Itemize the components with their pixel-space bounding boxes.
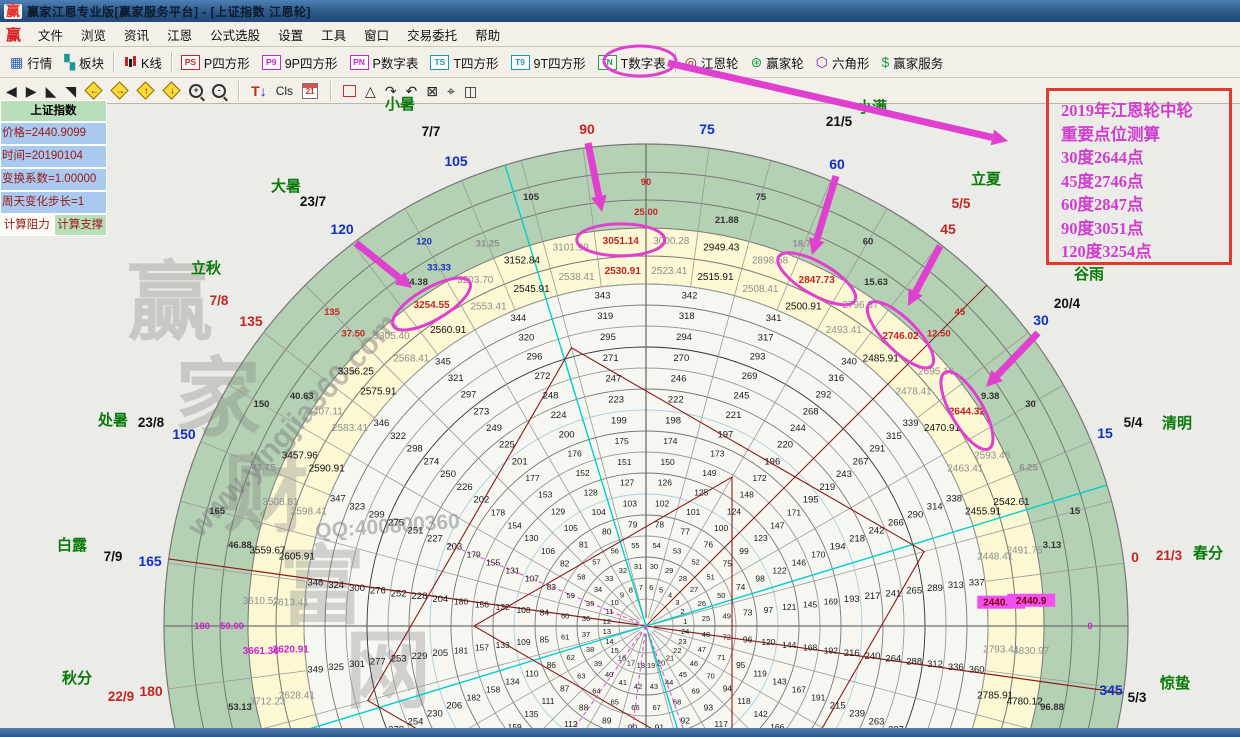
title-bar: 赢 赢家江恩专业版[赢家服务平台] - [上证指数 江恩轮] — [0, 0, 1240, 22]
fit-tool-button[interactable]: ⌖ — [447, 83, 455, 99]
menu-item-1[interactable]: 浏览 — [72, 23, 115, 46]
delete-all-tool-button[interactable]: ⊠ — [426, 83, 438, 99]
window-title: 赢家江恩专业版[赢家服务平台] - [上证指数 江恩轮] — [27, 3, 311, 20]
pan-left-button[interactable]: ← — [84, 81, 102, 99]
9t-square-button-label: 9T四方形 — [534, 53, 586, 72]
toolbar-separator — [171, 52, 172, 72]
kline-button[interactable]: K线 — [117, 50, 168, 75]
info-row-0: 价格=2440.9099 — [0, 122, 107, 145]
calendar-button[interactable]: 21 — [302, 83, 318, 99]
menu-item-9[interactable]: 帮助 — [466, 23, 509, 46]
9p-square-button-label: 9P四方形 — [285, 53, 338, 72]
hexagon-icon: ⬡ — [816, 55, 828, 69]
winner-service-button[interactable]: $ 赢家服务 — [875, 50, 949, 75]
annotation-line-3: 45度2746点 — [1061, 170, 1229, 194]
dollar-icon: $ — [881, 55, 889, 69]
annotation-line-0: 2019年江恩轮中轮 — [1061, 99, 1229, 123]
9t-square-button-badge-icon: T9 — [511, 55, 530, 70]
sectors-button-label: 板块 — [79, 53, 104, 72]
p-square-button[interactable]: PS P四方形 — [175, 50, 256, 75]
zoom-in-button[interactable]: + — [189, 84, 203, 98]
t-table-button[interactable]: TN T数字表 — [592, 50, 672, 75]
winner-wheel-icon: ⊛ — [750, 55, 762, 69]
menu-item-2[interactable]: 资讯 — [115, 23, 158, 46]
winner-wheel-button[interactable]: ⊛ 赢家轮 — [744, 50, 809, 75]
annotation-box: 2019年江恩轮中轮重要点位测算30度2644点45度2746点60度2847点… — [1046, 88, 1232, 265]
9p-square-button[interactable]: P9 9P四方形 — [256, 50, 344, 75]
price-scale-button[interactable]: T↓ — [251, 83, 267, 99]
gann-wheel-button-label: 江恩轮 — [701, 53, 739, 72]
calc-resistance-button[interactable]: 计算阻力 — [0, 214, 54, 236]
p-square-button-badge-icon: PS — [181, 55, 200, 70]
style-tool-button[interactable]: ◫ — [464, 83, 477, 99]
annotation-line-4: 60度2847点 — [1061, 193, 1229, 217]
annotation-line-5: 90度3051点 — [1061, 217, 1229, 241]
back-button[interactable]: ◀ — [6, 83, 17, 99]
p-table-button-label: P数字表 — [373, 53, 419, 72]
candlestick-icon — [123, 55, 137, 69]
menu-item-0[interactable]: 文件 — [29, 23, 72, 46]
toolbar-separator — [113, 52, 114, 72]
pointer-up-icon[interactable]: ◣ — [46, 83, 57, 99]
index-info-panel: 上证指数 价格=2440.9099时间=20190104变换系数=1.00000… — [0, 100, 107, 236]
9t-square-button[interactable]: T9 9T四方形 — [505, 50, 592, 75]
main-toolbar: ▦ 行情 ▚ 板块 K线 PS P四方形 P9 9P四方形 PN P数字表 TS T四方形 T9 9T四方形… — [0, 47, 1240, 78]
pointer-down-icon[interactable]: ◥ — [65, 83, 76, 99]
t-square-button[interactable]: TS T四方形 — [424, 50, 504, 75]
pan-right-button[interactable]: → — [110, 81, 128, 99]
cls-button[interactable]: Cls — [276, 83, 293, 99]
sep2 — [330, 81, 331, 101]
annotation-line-1: 重要点位测算 — [1061, 123, 1229, 147]
menu-bar: 赢 文件浏览资讯江恩公式选股设置工具窗口交易委托帮助 — [0, 22, 1240, 47]
p-table-button-badge-icon: PN — [350, 55, 369, 70]
arc-ccw-tool-button[interactable]: ↶ — [406, 83, 418, 99]
pan-up-button[interactable]: ↑ — [136, 81, 154, 99]
annotation-line-2: 30度2644点 — [1061, 146, 1229, 170]
winner-service-button-label: 赢家服务 — [893, 53, 943, 72]
quotes-button[interactable]: ▦ 行情 — [4, 50, 58, 75]
gann-wheel-icon: ◎ — [685, 55, 697, 69]
sep1 — [238, 81, 239, 101]
pan-down-button[interactable]: ↓ — [162, 81, 180, 99]
application-window: 赢 赢家江恩专业版[赢家服务平台] - [上证指数 江恩轮] 赢 文件浏览资讯江… — [0, 0, 1240, 737]
calc-support-button[interactable]: 计算支撑 — [54, 214, 108, 236]
hexagon-button-label: 六角形 — [832, 53, 870, 72]
forward-button[interactable]: ▶ — [26, 83, 37, 99]
bottom-strip — [0, 728, 1240, 737]
quotes-button-label: 行情 — [27, 53, 52, 72]
p-square-button-label: P四方形 — [204, 53, 250, 72]
t-square-button-badge-icon: TS — [430, 55, 449, 70]
t-table-button-badge-icon: TN — [598, 55, 617, 70]
menu-item-4[interactable]: 公式选股 — [201, 23, 269, 46]
info-row-1: 时间=20190104 — [0, 145, 107, 168]
menu-item-3[interactable]: 江恩 — [158, 23, 201, 46]
menu-item-5[interactable]: 设置 — [269, 23, 312, 46]
gann-wheel-button[interactable]: ◎ 江恩轮 — [679, 50, 745, 75]
hexagon-button[interactable]: ⬡ 六角形 — [810, 50, 876, 75]
toolbar-separator — [675, 52, 676, 72]
9p-square-button-badge-icon: P9 — [262, 55, 281, 70]
t-square-button-label: T四方形 — [453, 53, 498, 72]
zoom-out-button[interactable]: - — [212, 84, 226, 98]
winner-wheel-button-label: 赢家轮 — [766, 53, 804, 72]
annotation-line-6: 120度3254点 — [1061, 240, 1229, 264]
t-table-button-label: T数字表 — [621, 53, 666, 72]
menu-item-7[interactable]: 窗口 — [355, 23, 398, 46]
kline-button-label: K线 — [141, 53, 162, 72]
arc-cw-tool-button[interactable]: ↷ — [385, 83, 397, 99]
info-row-3: 周天变化步长=1 — [0, 191, 107, 214]
index-name-label: 上证指数 — [0, 100, 107, 122]
menu-item-6[interactable]: 工具 — [312, 23, 355, 46]
p-table-button[interactable]: PN P数字表 — [344, 50, 425, 75]
info-row-2: 变换系数=1.00000 — [0, 168, 107, 191]
sectors-button[interactable]: ▚ 板块 — [58, 50, 110, 75]
menu-item-8[interactable]: 交易委托 — [398, 23, 466, 46]
app-logo-icon: 赢 — [4, 4, 22, 19]
blocks-icon: ▚ — [64, 55, 75, 69]
triangle-tool-button[interactable]: △ — [365, 83, 376, 99]
panel-buttons: 计算阻力计算支撑 — [0, 214, 107, 236]
menu-logo-icon: 赢 — [6, 24, 21, 45]
rect-tool-button[interactable] — [343, 85, 356, 97]
table-icon: ▦ — [10, 55, 23, 69]
